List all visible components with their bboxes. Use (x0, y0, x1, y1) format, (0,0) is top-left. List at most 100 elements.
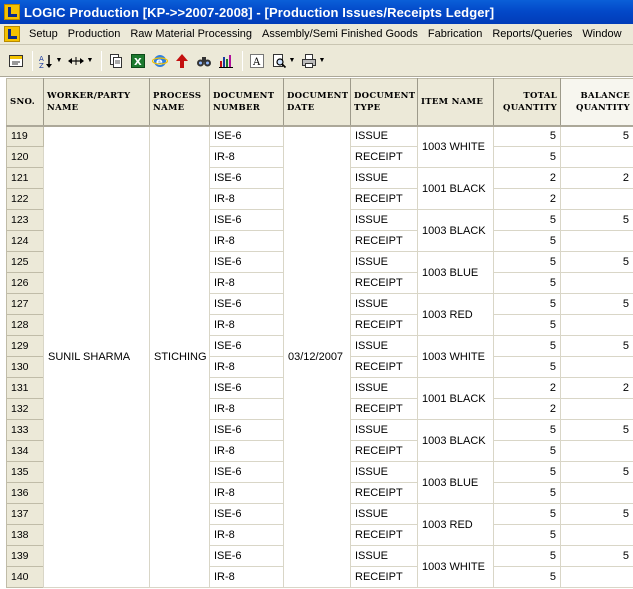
cell-doc-type[interactable]: ISSUE (350, 461, 418, 483)
menu-reports-queries[interactable]: Reports/Queries (487, 28, 577, 40)
ledger-grid[interactable]: SNO. WORKER/PARTY NAME PROCESS NAME DOCU… (6, 78, 633, 589)
cell-balance-qty[interactable]: 2 (560, 167, 633, 189)
cell-doc-type[interactable]: ISSUE (350, 125, 418, 147)
cell-doc-number[interactable]: IR-8 (209, 188, 284, 210)
cell-item-name[interactable]: 1001 BLACK (417, 167, 494, 210)
cell-sno[interactable]: 135 (6, 461, 44, 483)
cell-balance-qty[interactable]: 5 (560, 419, 633, 441)
cell-sno[interactable]: 119 (6, 125, 44, 147)
cell-doc-type[interactable]: RECEIPT (350, 356, 418, 378)
cell-doc-type[interactable]: RECEIPT (350, 314, 418, 336)
cell-doc-number[interactable]: IR-8 (209, 314, 284, 336)
cell-total-qty[interactable]: 5 (493, 482, 561, 504)
cell-sno[interactable]: 121 (6, 167, 44, 189)
cell-item-name[interactable]: 1003 WHITE (417, 125, 494, 168)
document-logo-icon[interactable] (4, 26, 20, 42)
cell-sno[interactable]: 139 (6, 545, 44, 567)
cell-doc-type[interactable]: ISSUE (350, 419, 418, 441)
cell-balance-qty[interactable]: 5 (560, 125, 633, 147)
cell-total-qty[interactable]: 5 (493, 209, 561, 231)
cell-item-name[interactable]: 1003 BLACK (417, 419, 494, 462)
cell-balance-qty[interactable] (560, 398, 633, 420)
cell-balance-qty[interactable] (560, 482, 633, 504)
cell-item-name[interactable]: 1003 BLUE (417, 251, 494, 294)
cell-sno[interactable]: 122 (6, 188, 44, 210)
cell-doc-number[interactable]: ISE-6 (209, 209, 284, 231)
cell-total-qty[interactable]: 2 (493, 377, 561, 399)
cell-doc-number[interactable]: ISE-6 (209, 419, 284, 441)
cell-total-qty[interactable]: 5 (493, 293, 561, 315)
table-row[interactable]: 119 SUNIL SHARMA STICHING ISE-6 03/12/2007 IS… (6, 125, 633, 588)
cell-balance-qty[interactable]: 5 (560, 293, 633, 315)
cell-balance-qty[interactable]: 2 (560, 377, 633, 399)
cell-balance-qty[interactable] (560, 566, 633, 588)
cell-doc-number[interactable]: IR-8 (209, 398, 284, 420)
cell-balance-qty[interactable]: 5 (560, 461, 633, 483)
cell-total-qty[interactable]: 5 (493, 440, 561, 462)
cell-sno[interactable]: 131 (6, 377, 44, 399)
menu-setup[interactable]: Setup (24, 28, 63, 40)
cell-balance-qty[interactable]: 5 (560, 251, 633, 273)
cell-doc-type[interactable]: ISSUE (350, 293, 418, 315)
cell-sno[interactable]: 127 (6, 293, 44, 315)
cell-sno[interactable]: 126 (6, 272, 44, 294)
cell-balance-qty[interactable] (560, 356, 633, 378)
cell-process[interactable]: STICHING (149, 125, 210, 588)
cell-doc-number[interactable]: IR-8 (209, 356, 284, 378)
cell-total-qty[interactable]: 5 (493, 272, 561, 294)
header-balance-qty[interactable]: BALANCE QUANTITY (560, 78, 633, 127)
cell-total-qty[interactable]: 5 (493, 356, 561, 378)
cell-doc-number[interactable]: ISE-6 (209, 461, 284, 483)
copy-icon[interactable] (106, 50, 126, 72)
find-icon[interactable] (194, 50, 214, 72)
cell-doc-number[interactable]: IR-8 (209, 146, 284, 168)
cell-doc-type[interactable]: ISSUE (350, 251, 418, 273)
cell-sno[interactable]: 140 (6, 566, 44, 588)
cell-sno[interactable]: 120 (6, 146, 44, 168)
cell-balance-qty[interactable] (560, 188, 633, 210)
cell-item-name[interactable]: 1003 RED (417, 293, 494, 336)
cell-total-qty[interactable]: 5 (493, 125, 561, 147)
cell-doc-type[interactable]: ISSUE (350, 209, 418, 231)
cell-item-name[interactable]: 1003 BLUE (417, 461, 494, 504)
cell-sno[interactable]: 129 (6, 335, 44, 357)
cell-sno[interactable]: 124 (6, 230, 44, 252)
cell-total-qty[interactable]: 5 (493, 461, 561, 483)
menu-production[interactable]: Production (63, 28, 126, 40)
cell-doc-number[interactable]: ISE-6 (209, 167, 284, 189)
cell-doc-type[interactable]: RECEIPT (350, 272, 418, 294)
cell-total-qty[interactable]: 2 (493, 167, 561, 189)
cell-doc-number[interactable]: IR-8 (209, 482, 284, 504)
cell-doc-type[interactable]: RECEIPT (350, 566, 418, 588)
cell-doc-number[interactable]: ISE-6 (209, 293, 284, 315)
cell-doc-type[interactable]: ISSUE (350, 503, 418, 525)
header-process[interactable]: PROCESS NAME (149, 78, 210, 127)
column-width-icon[interactable]: ▼ (65, 50, 95, 72)
cell-item-name[interactable]: 1001 BLACK (417, 377, 494, 420)
cell-sno[interactable]: 134 (6, 440, 44, 462)
cell-item-name[interactable]: 1003 WHITE (417, 335, 494, 378)
cell-sno[interactable]: 133 (6, 419, 44, 441)
cell-doc-type[interactable]: ISSUE (350, 167, 418, 189)
cell-doc-date[interactable]: 03/12/2007 (283, 125, 351, 588)
cell-doc-number[interactable]: IR-8 (209, 524, 284, 546)
cell-doc-type[interactable]: ISSUE (350, 377, 418, 399)
form-icon[interactable] (6, 50, 26, 72)
cell-doc-type[interactable]: RECEIPT (350, 524, 418, 546)
cell-doc-number[interactable]: ISE-6 (209, 335, 284, 357)
print-preview-icon[interactable]: ▼ (269, 50, 297, 72)
cell-doc-number[interactable]: IR-8 (209, 440, 284, 462)
cell-item-name[interactable]: 1003 RED (417, 503, 494, 546)
cell-doc-number[interactable]: ISE-6 (209, 377, 284, 399)
cell-doc-type[interactable]: RECEIPT (350, 188, 418, 210)
cell-doc-number[interactable]: IR-8 (209, 272, 284, 294)
cell-total-qty[interactable]: 5 (493, 335, 561, 357)
cell-total-qty[interactable]: 5 (493, 314, 561, 336)
cell-total-qty[interactable]: 5 (493, 524, 561, 546)
cell-balance-qty[interactable] (560, 272, 633, 294)
cell-total-qty[interactable]: 5 (493, 503, 561, 525)
printer-icon[interactable]: ▼ (299, 50, 327, 72)
cell-sno[interactable]: 130 (6, 356, 44, 378)
menu-fabrication[interactable]: Fabrication (423, 28, 487, 40)
cell-sno[interactable]: 137 (6, 503, 44, 525)
